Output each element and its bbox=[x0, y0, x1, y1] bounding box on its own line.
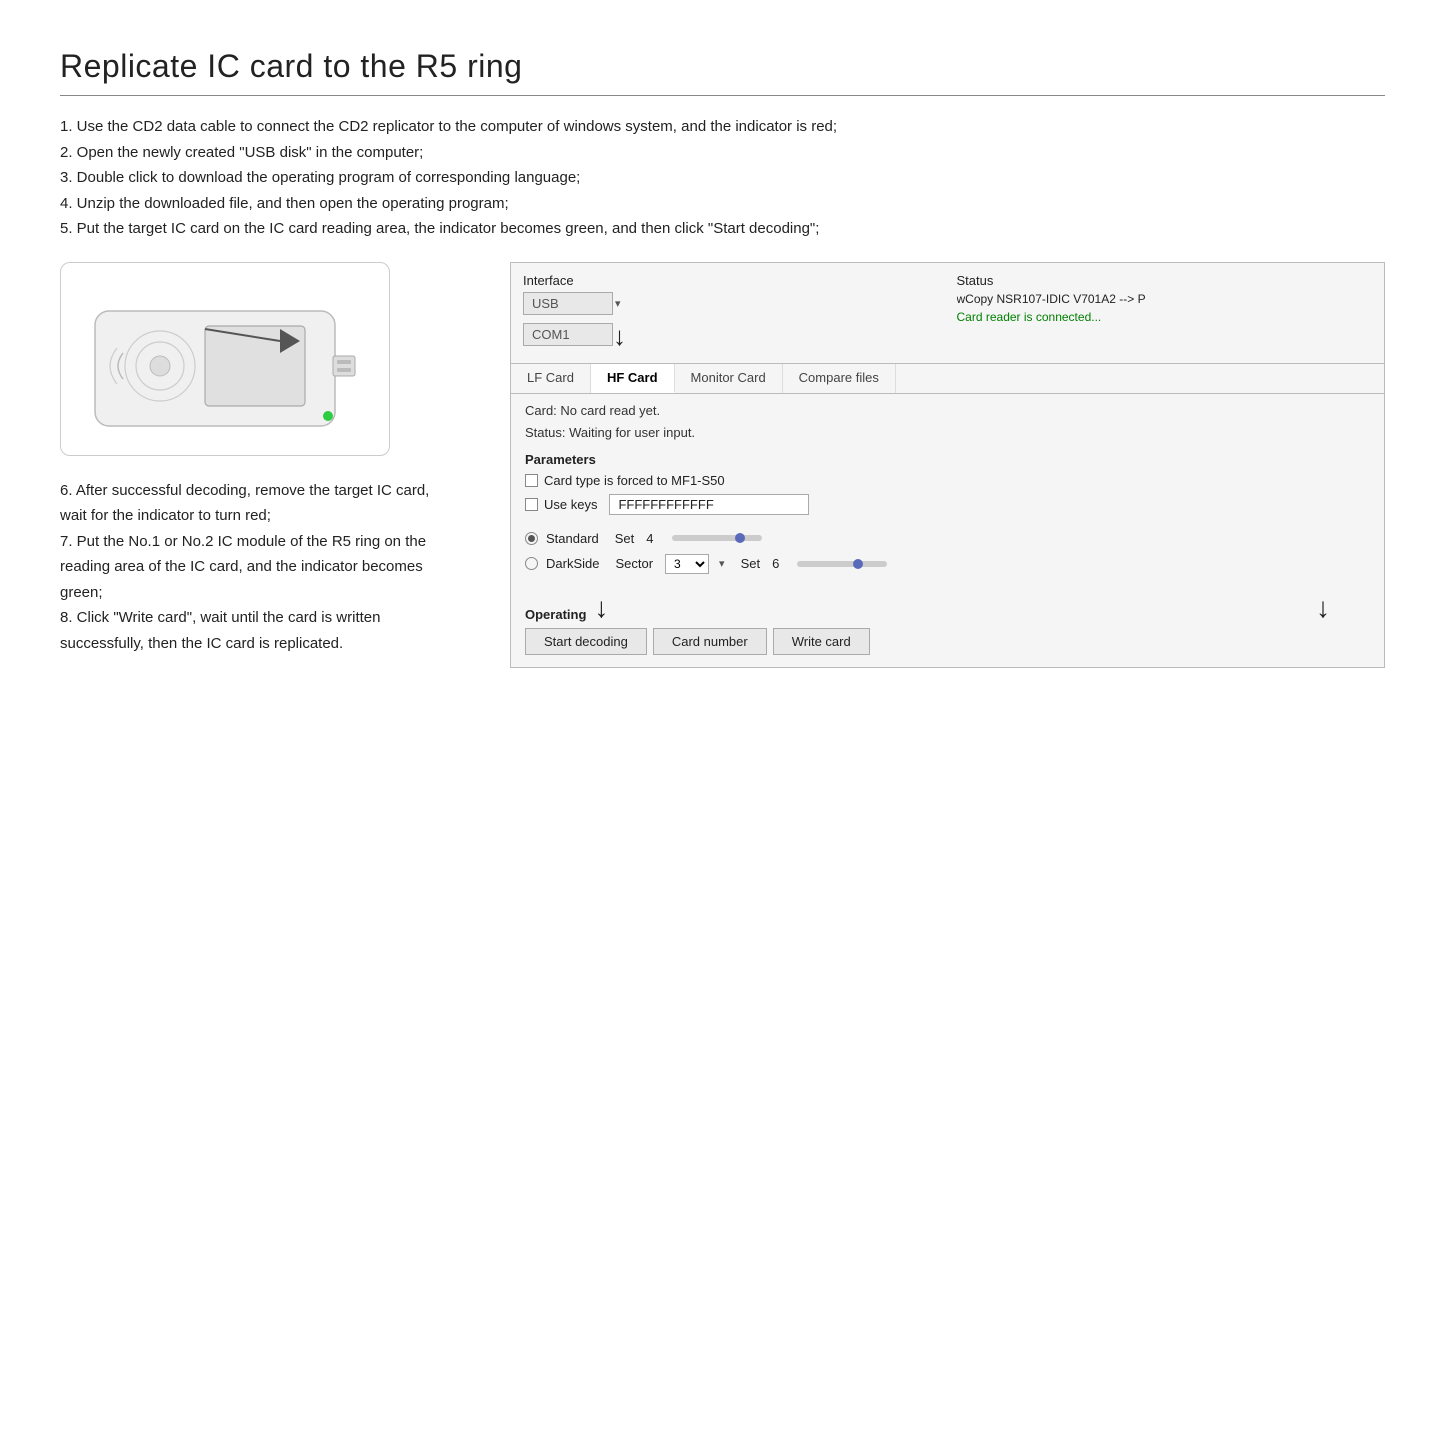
darkside-slider-container bbox=[797, 561, 887, 567]
status-section: Status wCopy NSR107-IDIC V701A2 --> P Ca… bbox=[939, 273, 1373, 355]
standard-slider-thumb[interactable] bbox=[735, 533, 745, 543]
set-value-2: 6 bbox=[772, 556, 779, 571]
use-keys-row: Use keys bbox=[525, 494, 1370, 515]
darkside-slider-track[interactable] bbox=[797, 561, 887, 567]
use-keys-label: Use keys bbox=[544, 497, 597, 512]
tab-hf-card[interactable]: HF Card bbox=[591, 364, 675, 393]
write-arrow-down-icon: ↓ bbox=[1316, 594, 1330, 622]
bottom-instructions: 6. After successful decoding, remove the… bbox=[60, 478, 460, 657]
device-illustration bbox=[60, 262, 390, 456]
operating-arrow-down-icon: ↓ bbox=[594, 594, 608, 622]
page-title: Replicate IC card to the R5 ring bbox=[60, 48, 1385, 85]
set-label-1: Set bbox=[615, 531, 635, 546]
standard-label: Standard bbox=[546, 531, 599, 546]
darkside-slider-thumb[interactable] bbox=[853, 559, 863, 569]
card-status-line2: Status: Waiting for user input. bbox=[525, 422, 1370, 444]
interface-label: Interface bbox=[523, 273, 939, 288]
operating-label: Operating bbox=[525, 607, 586, 622]
standard-slider-track[interactable] bbox=[672, 535, 762, 541]
operating-title-row: Operating ↓ ↓ bbox=[525, 594, 1370, 622]
step-8: 8. Click "Write card", wait until the ca… bbox=[60, 605, 460, 656]
step-7: 7. Put the No.1 or No.2 IC module of the… bbox=[60, 529, 460, 606]
write-card-button[interactable]: Write card bbox=[773, 628, 870, 655]
sector-label: Sector bbox=[615, 556, 653, 571]
sector-dropdown[interactable]: 3 0 1 2 bbox=[665, 554, 709, 574]
tab-lf-card[interactable]: LF Card bbox=[511, 364, 591, 393]
usb-input[interactable]: USB bbox=[523, 292, 613, 315]
tab-monitor-card[interactable]: Monitor Card bbox=[675, 364, 783, 393]
interface-section: Interface USB ▾ COM1 ↓ bbox=[523, 273, 939, 355]
com1-arrow-down-icon: ↓ bbox=[613, 323, 626, 349]
usb-dropdown-icon[interactable]: ▾ bbox=[615, 297, 621, 310]
step-6: 6. After successful decoding, remove the… bbox=[60, 478, 460, 529]
card-number-button[interactable]: Card number bbox=[653, 628, 767, 655]
ui-top-row: Interface USB ▾ COM1 ↓ Status wCopy NSR1… bbox=[511, 263, 1384, 355]
step-2: 2. Open the newly created "USB disk" in … bbox=[60, 140, 1040, 166]
radio-rows-section: Standard Set 4 DarkSide Sector 3 bbox=[511, 527, 1384, 588]
darkside-label: DarkSide bbox=[546, 556, 599, 571]
device-svg bbox=[85, 281, 365, 441]
parameters-section: Parameters Card type is forced to MF1-S5… bbox=[511, 446, 1384, 527]
ui-panel: Interface USB ▾ COM1 ↓ Status wCopy NSR1… bbox=[510, 262, 1385, 668]
com1-input[interactable]: COM1 bbox=[523, 323, 613, 346]
standard-radio[interactable] bbox=[525, 532, 538, 545]
use-keys-checkbox[interactable] bbox=[525, 498, 538, 511]
status-connected: Card reader is connected... bbox=[957, 310, 1373, 324]
tab-compare-files[interactable]: Compare files bbox=[783, 364, 896, 393]
sector-chevron-icon: ▾ bbox=[719, 557, 725, 570]
params-title: Parameters bbox=[525, 452, 1370, 467]
card-info-section: Card: No card read yet. Status: Waiting … bbox=[511, 394, 1384, 446]
mf1-checkbox-row: Card type is forced to MF1-S50 bbox=[525, 473, 1370, 488]
start-decoding-button[interactable]: Start decoding bbox=[525, 628, 647, 655]
step-5: 5. Put the target IC card on the IC card… bbox=[60, 216, 1040, 242]
step-4: 4. Unzip the downloaded file, and then o… bbox=[60, 191, 1040, 217]
standard-radio-row: Standard Set 4 bbox=[525, 531, 1370, 546]
status-label: Status bbox=[957, 273, 1373, 288]
set-value-1: 4 bbox=[646, 531, 653, 546]
set-label-2: Set bbox=[741, 556, 761, 571]
instructions-block: 1. Use the CD2 data cable to connect the… bbox=[60, 114, 1040, 242]
card-status-line1: Card: No card read yet. bbox=[525, 400, 1370, 422]
standard-slider-container bbox=[672, 535, 762, 541]
darkside-radio[interactable] bbox=[525, 557, 538, 570]
tabs-row: LF Card HF Card Monitor Card Compare fil… bbox=[511, 363, 1384, 394]
keys-input[interactable] bbox=[609, 494, 809, 515]
usb-row: USB ▾ bbox=[523, 292, 939, 315]
mf1-label: Card type is forced to MF1-S50 bbox=[544, 473, 725, 488]
buttons-row: Start decoding Card number Write card bbox=[525, 628, 1370, 655]
operating-section: Operating ↓ ↓ Start decoding Card number… bbox=[511, 588, 1384, 667]
title-divider bbox=[60, 95, 1385, 96]
step-1: 1. Use the CD2 data cable to connect the… bbox=[60, 114, 1040, 140]
step-3: 3. Double click to download the operatin… bbox=[60, 165, 1040, 191]
status-version: wCopy NSR107-IDIC V701A2 --> P bbox=[957, 292, 1177, 306]
com1-row: COM1 ↓ bbox=[523, 321, 939, 349]
mf1-checkbox[interactable] bbox=[525, 474, 538, 487]
darkside-radio-row: DarkSide Sector 3 0 1 2 ▾ Set 6 bbox=[525, 554, 1370, 574]
